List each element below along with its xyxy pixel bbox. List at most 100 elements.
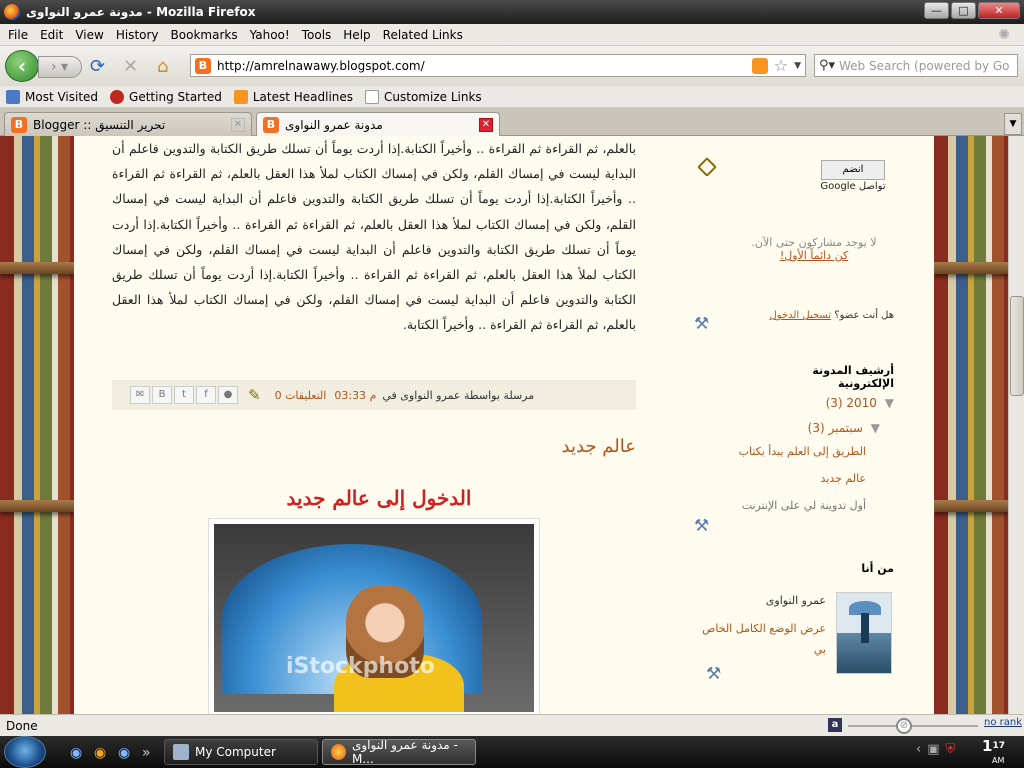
- scrollbar-thumb[interactable]: [1010, 296, 1024, 396]
- menu-view[interactable]: View: [75, 28, 103, 42]
- edit-pencil-icon[interactable]: ✎: [248, 386, 261, 404]
- network-icon[interactable]: ▣: [927, 742, 939, 757]
- tray-expand-icon[interactable]: ‹: [916, 742, 921, 757]
- close-window-button[interactable]: ✕: [978, 2, 1020, 19]
- bookmark-latest-headlines[interactable]: Latest Headlines: [233, 89, 354, 104]
- bookmarks-toolbar: Most Visited Getting Started Latest Head…: [0, 86, 1024, 108]
- share-twitter-icon[interactable]: t: [174, 386, 194, 404]
- signin-link[interactable]: تسجيل الدخول: [769, 310, 831, 321]
- post-body: بالعلم، ثم القراءة ثم القراءة .. وأخيراً…: [112, 136, 636, 338]
- bookmark-label: Latest Headlines: [252, 89, 354, 104]
- forward-button[interactable]: › ▾: [38, 56, 82, 78]
- sidebar: انضم Google تواصل لا يوجد مشاركون حتى ال…: [694, 136, 894, 714]
- url-text[interactable]: http://amrelnawawy.blogspot.com/: [217, 59, 752, 73]
- security-shield-icon[interactable]: ⛨: [946, 742, 956, 757]
- bookmark-most-visited[interactable]: Most Visited: [6, 89, 99, 104]
- bookshelf-left: [0, 136, 74, 714]
- bookmark-customize-links[interactable]: Customize Links: [365, 89, 482, 104]
- clock-hour: 1: [982, 737, 993, 755]
- comments-link[interactable]: 0 التعليقات: [275, 389, 327, 402]
- home-icon[interactable]: ⌂: [157, 58, 168, 76]
- search-icon[interactable]: ⚲▾: [815, 58, 839, 73]
- menu-yahoo[interactable]: Yahoo!: [250, 28, 290, 42]
- close-tab-icon[interactable]: ✕: [479, 118, 493, 132]
- post-time-link[interactable]: 03:33 م: [334, 389, 376, 402]
- wrench-icon[interactable]: ⚒: [694, 314, 709, 334]
- archive-month-label[interactable]: سبتمبر (3): [808, 421, 863, 435]
- share-facebook-icon[interactable]: f: [196, 386, 216, 404]
- rss-feed-icon[interactable]: [751, 57, 768, 74]
- view-profile-link[interactable]: عرض الوضع الكامل الخاص بي: [694, 618, 826, 660]
- image-watermark: iStockphoto: [286, 654, 435, 679]
- widget-link-icon[interactable]: [697, 157, 717, 177]
- blog-content: بالعلم، ثم القراءة ثم القراءة .. وأخيراً…: [74, 136, 934, 714]
- stop-icon[interactable]: ✕: [123, 58, 138, 76]
- menu-edit[interactable]: Edit: [40, 28, 63, 42]
- menu-tools[interactable]: Tools: [302, 28, 332, 42]
- ie-icon[interactable]: ◉: [70, 745, 82, 761]
- bookmark-getting-started[interactable]: Getting Started: [110, 89, 222, 104]
- search-box[interactable]: ⚲▾ Web Search (powered by Go: [814, 54, 1018, 77]
- close-tab-icon[interactable]: ✕: [231, 117, 245, 132]
- menu-history[interactable]: History: [116, 28, 159, 42]
- clock-minutes: 17: [992, 741, 1005, 751]
- no-entry-icon[interactable]: ⊘: [896, 718, 912, 734]
- maximize-button[interactable]: □: [951, 2, 976, 19]
- taskbar-firefox[interactable]: مدونة عمرو النواوى - M...: [322, 738, 476, 766]
- share-email-icon[interactable]: ✉: [130, 386, 150, 404]
- author-name[interactable]: عمرو النواوى: [734, 594, 826, 607]
- start-button[interactable]: [4, 736, 46, 768]
- member-signin: هل أنت عضو؟ تسجيل الدخول: [754, 310, 894, 321]
- computer-icon: [173, 744, 189, 760]
- archive-month[interactable]: ▼ سبتمبر (3): [680, 421, 880, 435]
- page-rank-link[interactable]: no rank: [984, 717, 1022, 728]
- archive-year-label[interactable]: 2010 (3): [826, 396, 877, 410]
- firefox-quicklaunch-icon[interactable]: ◉: [94, 745, 106, 761]
- menu-help[interactable]: Help: [343, 28, 370, 42]
- no-followers: لا يوجد مشاركون حتى الآن. كن دائماً الأو…: [734, 236, 894, 262]
- firefox-icon: [4, 4, 20, 20]
- wrench-icon[interactable]: ⚒: [706, 664, 721, 684]
- follow-button[interactable]: انضم: [821, 160, 885, 180]
- vertical-scrollbar[interactable]: [1008, 136, 1024, 714]
- taskbar-my-computer[interactable]: My Computer: [164, 739, 318, 765]
- menu-file[interactable]: File: [8, 28, 28, 42]
- minimize-button[interactable]: —: [924, 2, 949, 19]
- be-first-link[interactable]: كن دائماً الأول!: [734, 249, 894, 262]
- search-input[interactable]: Web Search (powered by Go: [839, 59, 1017, 73]
- addon-icon[interactable]: a: [828, 718, 842, 732]
- post-heading: الدخول إلى عالم جديد: [286, 486, 472, 510]
- tab-blog-active[interactable]: B مدونة عمرو النواوى ✕: [256, 112, 500, 137]
- url-dropdown-icon[interactable]: ▼: [794, 61, 801, 71]
- address-bar[interactable]: B http://amrelnawawy.blogspot.com/ ☆ ▼: [190, 54, 806, 77]
- bookmark-star-icon[interactable]: ☆: [774, 56, 788, 75]
- clock[interactable]: 117 AM: [982, 737, 1005, 767]
- post-title[interactable]: عالم جديد: [494, 436, 636, 457]
- bookmark-label: Most Visited: [25, 89, 99, 104]
- tab-list-button[interactable]: ▼: [1004, 113, 1022, 135]
- archive-year[interactable]: ▼ 2010 (3): [694, 396, 894, 410]
- menu-related-links[interactable]: Related Links: [383, 28, 463, 42]
- blogger-favicon: B: [11, 116, 27, 133]
- tab-label: مدونة عمرو النواوى: [285, 118, 383, 132]
- explorer-quicklaunch-icon[interactable]: ◉: [118, 745, 130, 761]
- more-quicklaunch-icon[interactable]: »: [142, 745, 151, 761]
- tab-blogger-edit[interactable]: B Blogger :: تحرير التنسيق ✕: [4, 112, 252, 136]
- bookmark-label: Getting Started: [129, 89, 222, 104]
- menu-bookmarks[interactable]: Bookmarks: [171, 28, 238, 42]
- page-icon: [365, 89, 380, 104]
- share-blog-icon[interactable]: B: [152, 386, 172, 404]
- back-button[interactable]: ‹: [5, 50, 39, 82]
- page-viewport: بالعلم، ثم القراءة ثم القراءة .. وأخيراً…: [0, 136, 1008, 714]
- author-avatar[interactable]: [836, 592, 892, 674]
- expand-triangle-icon[interactable]: ▼: [871, 421, 880, 435]
- archive-post-2[interactable]: عالم جديد: [666, 472, 867, 485]
- bookmark-label: Customize Links: [384, 89, 482, 104]
- wrench-icon[interactable]: ⚒: [694, 516, 709, 536]
- archive-post-1[interactable]: الطريق إلى العلم يبدأ بكتاب: [666, 445, 866, 458]
- reload-icon[interactable]: ⟳: [90, 58, 105, 76]
- archive-post-3[interactable]: أول تدوينة لي على الإنترنت: [666, 499, 866, 512]
- zoom-slider[interactable]: [848, 725, 978, 727]
- expand-triangle-icon[interactable]: ▼: [885, 396, 894, 410]
- share-buzz-icon[interactable]: ●: [218, 386, 238, 404]
